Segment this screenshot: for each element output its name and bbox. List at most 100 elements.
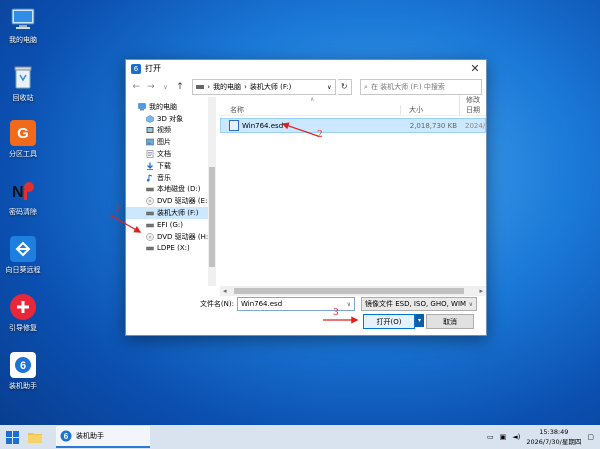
nav-item-3d-objects[interactable]: 3D 对象 <box>126 113 208 125</box>
display-icon[interactable]: ▣ <box>500 433 507 441</box>
desktop-icon-password-remove[interactable]: N 密码清除 <box>2 178 44 217</box>
documents-icon <box>146 150 154 158</box>
breadcrumb-current[interactable]: 装机大师 (F:) <box>250 82 292 92</box>
music-icon <box>146 174 153 182</box>
desktop-icon-label: 我的电脑 <box>9 36 37 44</box>
video-icon <box>146 127 154 134</box>
file-name: Win764.esd <box>242 121 284 130</box>
nav-item-video[interactable]: 视频 <box>126 125 208 137</box>
nav-item-ldpe-x[interactable]: LDPE (X:) <box>126 243 208 255</box>
nav-item-local-disk-d[interactable]: 本地磁盘 (D:) <box>126 184 208 196</box>
file-row[interactable]: Win764.esd 2,018,730 KB 2024/1/2 <box>220 118 486 133</box>
annotation-label-2: 2 <box>317 130 323 140</box>
file-icon <box>229 120 239 131</box>
computer-icon <box>138 103 146 111</box>
svg-text:N: N <box>12 184 24 201</box>
desktop-icon-label: 引导修复 <box>9 324 37 332</box>
filename-label: 文件名(N): <box>199 300 234 308</box>
nav-item-dvd-h[interactable]: DVD 驱动器 (H:) <box>126 231 208 243</box>
sort-caret-icon: ∧ <box>310 96 315 103</box>
install-helper-icon: 6 <box>60 430 72 442</box>
column-header-size[interactable]: 大小 <box>400 105 459 115</box>
svg-text:6: 6 <box>64 432 69 441</box>
nav-item-downloads[interactable]: 下载 <box>126 160 208 172</box>
column-label-name: 名称 <box>230 106 244 114</box>
file-modified: 2024/1/2 <box>465 121 485 130</box>
nav-item-my-computer[interactable]: 我的电脑 <box>126 101 208 113</box>
partition-tool-icon: G <box>10 120 36 146</box>
horizontal-scrollbar[interactable]: ◂ ▸ <box>220 286 486 296</box>
nav-item-label: 图片 <box>157 138 171 147</box>
cancel-button[interactable]: 取消 <box>426 314 474 329</box>
refresh-icon[interactable]: ↻ <box>337 79 353 95</box>
open-button[interactable]: 打开(O) <box>363 314 415 329</box>
search-icon: ⌕ <box>364 82 368 91</box>
filename-row: 文件名(N): Win764.esd ∨ 镜像文件 ESD, ISO, GHO,… <box>126 297 486 311</box>
nav-item-label: 音乐 <box>157 173 171 182</box>
up-arrow-icon[interactable]: ↑ <box>174 82 187 92</box>
filename-value: Win764.esd <box>241 300 283 308</box>
recycle-bin-icon <box>10 64 36 90</box>
close-icon[interactable]: ✕ <box>464 60 486 77</box>
nav-item-documents[interactable]: 文档 <box>126 148 208 160</box>
dialog-title: 打开 <box>145 64 161 73</box>
forward-arrow-icon[interactable]: → <box>145 82 158 92</box>
nav-scrollbar-thumb[interactable] <box>209 167 215 267</box>
pictures-icon <box>146 139 154 146</box>
desktop-icon-my-computer[interactable]: 我的电脑 <box>2 6 44 45</box>
nav-item-pictures[interactable]: 图片 <box>126 136 208 148</box>
desktop-icon-label: 密码清除 <box>9 208 37 216</box>
search-placeholder: 在 装机大师 (F:) 中搜索 <box>370 83 445 91</box>
filetype-value: 镜像文件 ESD, ISO, GHO, WIM <box>365 300 467 308</box>
boot-repair-icon <box>10 294 36 320</box>
column-header-name[interactable]: ∧ 名称 <box>220 96 400 115</box>
file-list-header: ∧ 名称 大小 修改日期 <box>220 95 486 116</box>
horizontal-scrollbar-thumb[interactable] <box>234 288 464 294</box>
address-bar[interactable]: › 我的电脑 › 装机大师 (F:) ∨ <box>192 79 336 95</box>
drive-icon <box>146 211 154 216</box>
nav-scrollbar[interactable] <box>208 97 216 286</box>
nav-item-efi-g[interactable]: EFI (G:) <box>126 219 208 231</box>
nav-item-dvd-e[interactable]: DVD 驱动器 (E:) <box>126 195 208 207</box>
desktop-icon-boot-repair[interactable]: 引导修复 <box>2 294 44 333</box>
nav-item-label: 装机大师 (F:) <box>157 209 199 218</box>
path-dropdown-icon[interactable]: ∨ <box>327 84 331 91</box>
file-explorer-icon[interactable] <box>24 425 46 449</box>
notification-icon[interactable]: ▢ <box>587 433 594 441</box>
drive-icon <box>146 188 154 192</box>
dialog-titlebar[interactable]: 6 打开 ✕ <box>126 60 486 77</box>
windows-start-icon[interactable] <box>0 425 24 449</box>
nav-item-label: 视频 <box>157 126 171 135</box>
chevron-down-icon[interactable]: ∨ <box>347 301 351 308</box>
dvd-icon <box>146 197 154 206</box>
annotation-label-1: 1 <box>115 204 121 214</box>
nav-item-drive-f[interactable]: 装机大师 (F:) <box>126 207 208 219</box>
desktop-icon-recycle-bin[interactable]: 回收站 <box>2 64 44 103</box>
taskbar-app-install-helper[interactable]: 6 装机助手 <box>56 426 150 448</box>
nav-item-label: EFI (G:) <box>157 220 183 229</box>
open-file-dialog: 6 打开 ✕ ← → ∨ ↑ › 我的电脑 › 装机大师 (F:) ∨ ↻ ⌕ … <box>125 59 487 336</box>
desktop-icon-partition-tool[interactable]: G 分区工具 <box>2 120 44 159</box>
filetype-select[interactable]: 镜像文件 ESD, ISO, GHO, WIM ∨ <box>361 297 477 311</box>
computer-icon <box>10 6 36 32</box>
annotation-label-3: 3 <box>333 308 339 318</box>
search-input[interactable]: ⌕ 在 装机大师 (F:) 中搜索 <box>360 79 483 95</box>
volume-icon[interactable]: ◄) <box>512 433 520 441</box>
desktop-icon-install-helper[interactable]: 6 装机助手 <box>2 352 44 391</box>
back-arrow-icon[interactable]: ← <box>130 82 143 92</box>
nav-item-label: 文档 <box>157 150 171 159</box>
network-icon[interactable]: ▭ <box>487 433 494 441</box>
nav-item-label: DVD 驱动器 (H:) <box>157 232 208 241</box>
desktop-icon-sunflower-remote[interactable]: 向日葵远程 <box>2 236 44 275</box>
scroll-left-icon[interactable]: ◂ <box>223 286 227 296</box>
scroll-right-icon[interactable]: ▸ <box>479 286 483 296</box>
path-separator: › <box>244 83 247 91</box>
clock[interactable]: 15:38:49 2026/7/30/星期四 <box>526 427 581 447</box>
chevron-down-icon: ∨ <box>468 300 473 308</box>
drive-icon <box>196 85 205 89</box>
recent-dropdown-icon[interactable]: ∨ <box>159 84 172 91</box>
column-header-modified[interactable]: 修改日期 <box>459 95 486 115</box>
open-dropdown-icon[interactable]: ▾ <box>415 314 424 327</box>
nav-item-music[interactable]: 音乐 <box>126 172 208 184</box>
breadcrumb-root[interactable]: 我的电脑 <box>213 82 241 92</box>
